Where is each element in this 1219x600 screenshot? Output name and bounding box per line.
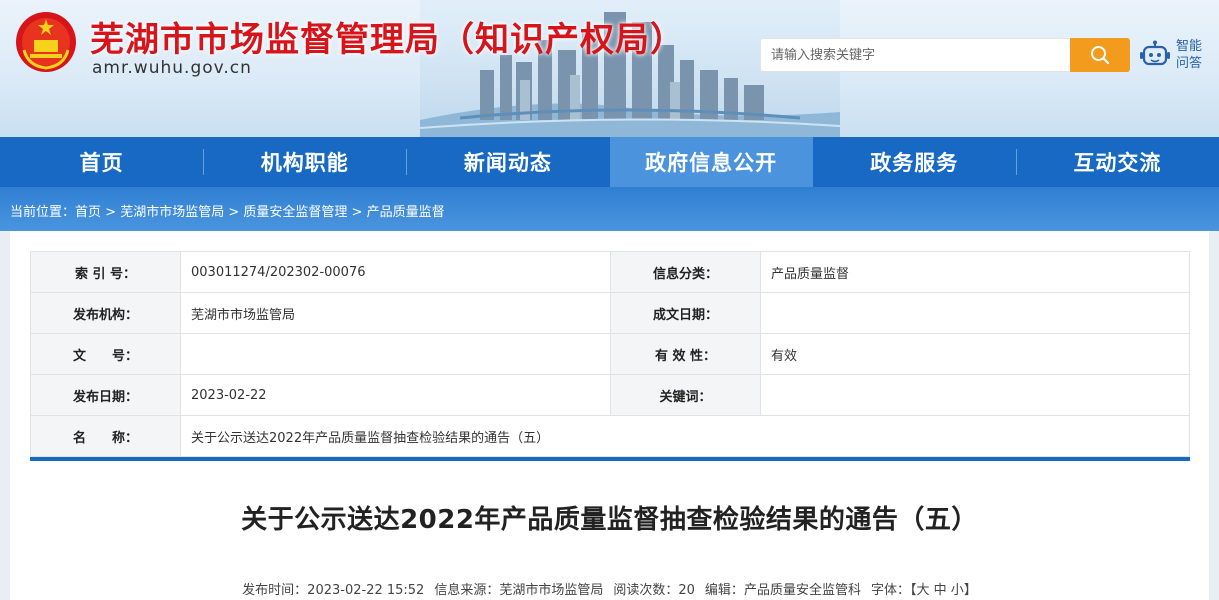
nav-functions[interactable]: 机构职能 bbox=[203, 137, 406, 187]
breadcrumb-prefix: 当前位置： bbox=[10, 205, 76, 220]
table-row: 索 引 号： 003011274/202302-00076 信息分类： 产品质量… bbox=[30, 251, 1190, 293]
publish-date-value: 2023-02-22 bbox=[180, 374, 611, 416]
search-input[interactable] bbox=[761, 39, 1071, 71]
content-card: 索 引 号： 003011274/202302-00076 信息分类： 产品质量… bbox=[10, 231, 1209, 600]
validity-label: 有 效 性： bbox=[610, 333, 761, 375]
smart-qa-button[interactable]: 智能问答 bbox=[1140, 38, 1210, 74]
name-label: 名 称： bbox=[30, 415, 181, 457]
nav-news[interactable]: 新闻动态 bbox=[406, 137, 609, 187]
created-date-label: 成文日期： bbox=[610, 292, 761, 334]
breadcrumb-item-home[interactable]: 首页 bbox=[75, 205, 101, 220]
search-icon bbox=[1091, 46, 1110, 65]
keywords-value bbox=[760, 374, 1190, 416]
article-title: 关于公示送达2022年产品质量监督抽查检验结果的通告（五） bbox=[241, 505, 978, 535]
article-info: 发布时间：2023-02-22 15:52 信息来源：芜湖市市场监管局 阅读次数：2… bbox=[10, 579, 1209, 598]
doc-number-value bbox=[180, 333, 611, 375]
breadcrumb-separator: > bbox=[101, 205, 121, 220]
keywords-label: 关键词： bbox=[610, 374, 761, 416]
table-row: 文 号： 有 效 性： 有效 bbox=[30, 333, 1190, 375]
created-date-value bbox=[760, 292, 1190, 334]
publish-date-label: 发布日期： bbox=[30, 374, 181, 416]
views-label: 阅读次数： bbox=[613, 583, 679, 598]
category-value: 产品质量监督 bbox=[760, 251, 1190, 293]
info-meta-table: 索 引 号： 003011274/202302-00076 信息分类： 产品质量… bbox=[30, 251, 1190, 457]
table-row: 发布机构： 芜湖市市场监管局 成文日期： bbox=[30, 292, 1190, 334]
publisher-label: 发布机构： bbox=[30, 292, 181, 334]
site-header: 芜湖市市场监督管理局（知识产权局） amr.wuhu.gov.cn 智能问答 bbox=[0, 0, 1219, 137]
font-size-control: 字体：【大 中 小】 bbox=[871, 583, 977, 598]
breadcrumb-separator: > bbox=[224, 205, 244, 220]
validity-value: 有效 bbox=[760, 333, 1190, 375]
divider bbox=[30, 457, 1190, 461]
index-value: 003011274/202302-00076 bbox=[180, 251, 611, 293]
site-domain: amr.wuhu.gov.cn bbox=[92, 58, 252, 78]
nav-interaction[interactable]: 互动交流 bbox=[1015, 137, 1219, 187]
category-label: 信息分类： bbox=[610, 251, 761, 293]
breadcrumb-separator: > bbox=[347, 205, 367, 220]
source-label: 信息来源： bbox=[434, 583, 500, 598]
publish-time-value: 2023-02-22 15:52 bbox=[307, 583, 425, 598]
search-button[interactable] bbox=[1070, 38, 1130, 72]
editor-label: 编辑： bbox=[704, 583, 744, 598]
nav-services[interactable]: 政务服务 bbox=[813, 137, 1016, 187]
search-box bbox=[760, 38, 1130, 72]
doc-number-label: 文 号： bbox=[30, 333, 181, 375]
table-row: 名 称： 关于公示送达2022年产品质量监督抽查检验结果的通告（五） bbox=[30, 415, 1190, 457]
national-emblem-icon bbox=[16, 12, 76, 72]
font-bracket-close: 】 bbox=[963, 583, 977, 598]
font-size-label: 字体： bbox=[870, 583, 910, 598]
breadcrumb: 当前位置：首页 > 芜湖市市场监管局 > 质量安全监督管理 > 产品质量监督 bbox=[10, 201, 445, 220]
views-value: 20 bbox=[678, 583, 695, 598]
table-row: 发布日期： 2023-02-22 关键词： bbox=[30, 374, 1190, 416]
publish-time-label: 发布时间： bbox=[242, 583, 308, 598]
source-value: 芜湖市市场监管局 bbox=[499, 583, 604, 598]
site-title: 芜湖市市场监督管理局（知识产权局） bbox=[90, 20, 685, 60]
font-large-button[interactable]: 大 bbox=[916, 583, 929, 598]
nav-gov-info[interactable]: 政府信息公开 bbox=[609, 137, 813, 187]
breadcrumb-bar: 当前位置：首页 > 芜湖市市场监管局 > 质量安全监督管理 > 产品质量监督 bbox=[0, 187, 1219, 231]
smart-qa-label: 智能问答 bbox=[1176, 39, 1203, 71]
index-label: 索 引 号： bbox=[30, 251, 181, 293]
breadcrumb-item-bureau[interactable]: 芜湖市市场监管局 bbox=[120, 205, 224, 220]
name-value: 关于公示送达2022年产品质量监督抽查检验结果的通告（五） bbox=[180, 415, 1190, 457]
editor-value: 产品质量安全监管科 bbox=[743, 583, 861, 598]
publisher-value: 芜湖市市场监管局 bbox=[180, 292, 611, 334]
font-medium-button[interactable]: 中 bbox=[934, 583, 947, 598]
nav-home[interactable]: 首页 bbox=[0, 137, 203, 187]
breadcrumb-item-product-quality[interactable]: 产品质量监督 bbox=[367, 205, 445, 220]
breadcrumb-item-quality-safety[interactable]: 质量安全监督管理 bbox=[243, 205, 347, 220]
robot-icon bbox=[1140, 40, 1170, 66]
font-small-button[interactable]: 小 bbox=[951, 583, 964, 598]
main-nav: 首页 机构职能 新闻动态 政府信息公开 政务服务 互动交流 bbox=[0, 137, 1219, 187]
